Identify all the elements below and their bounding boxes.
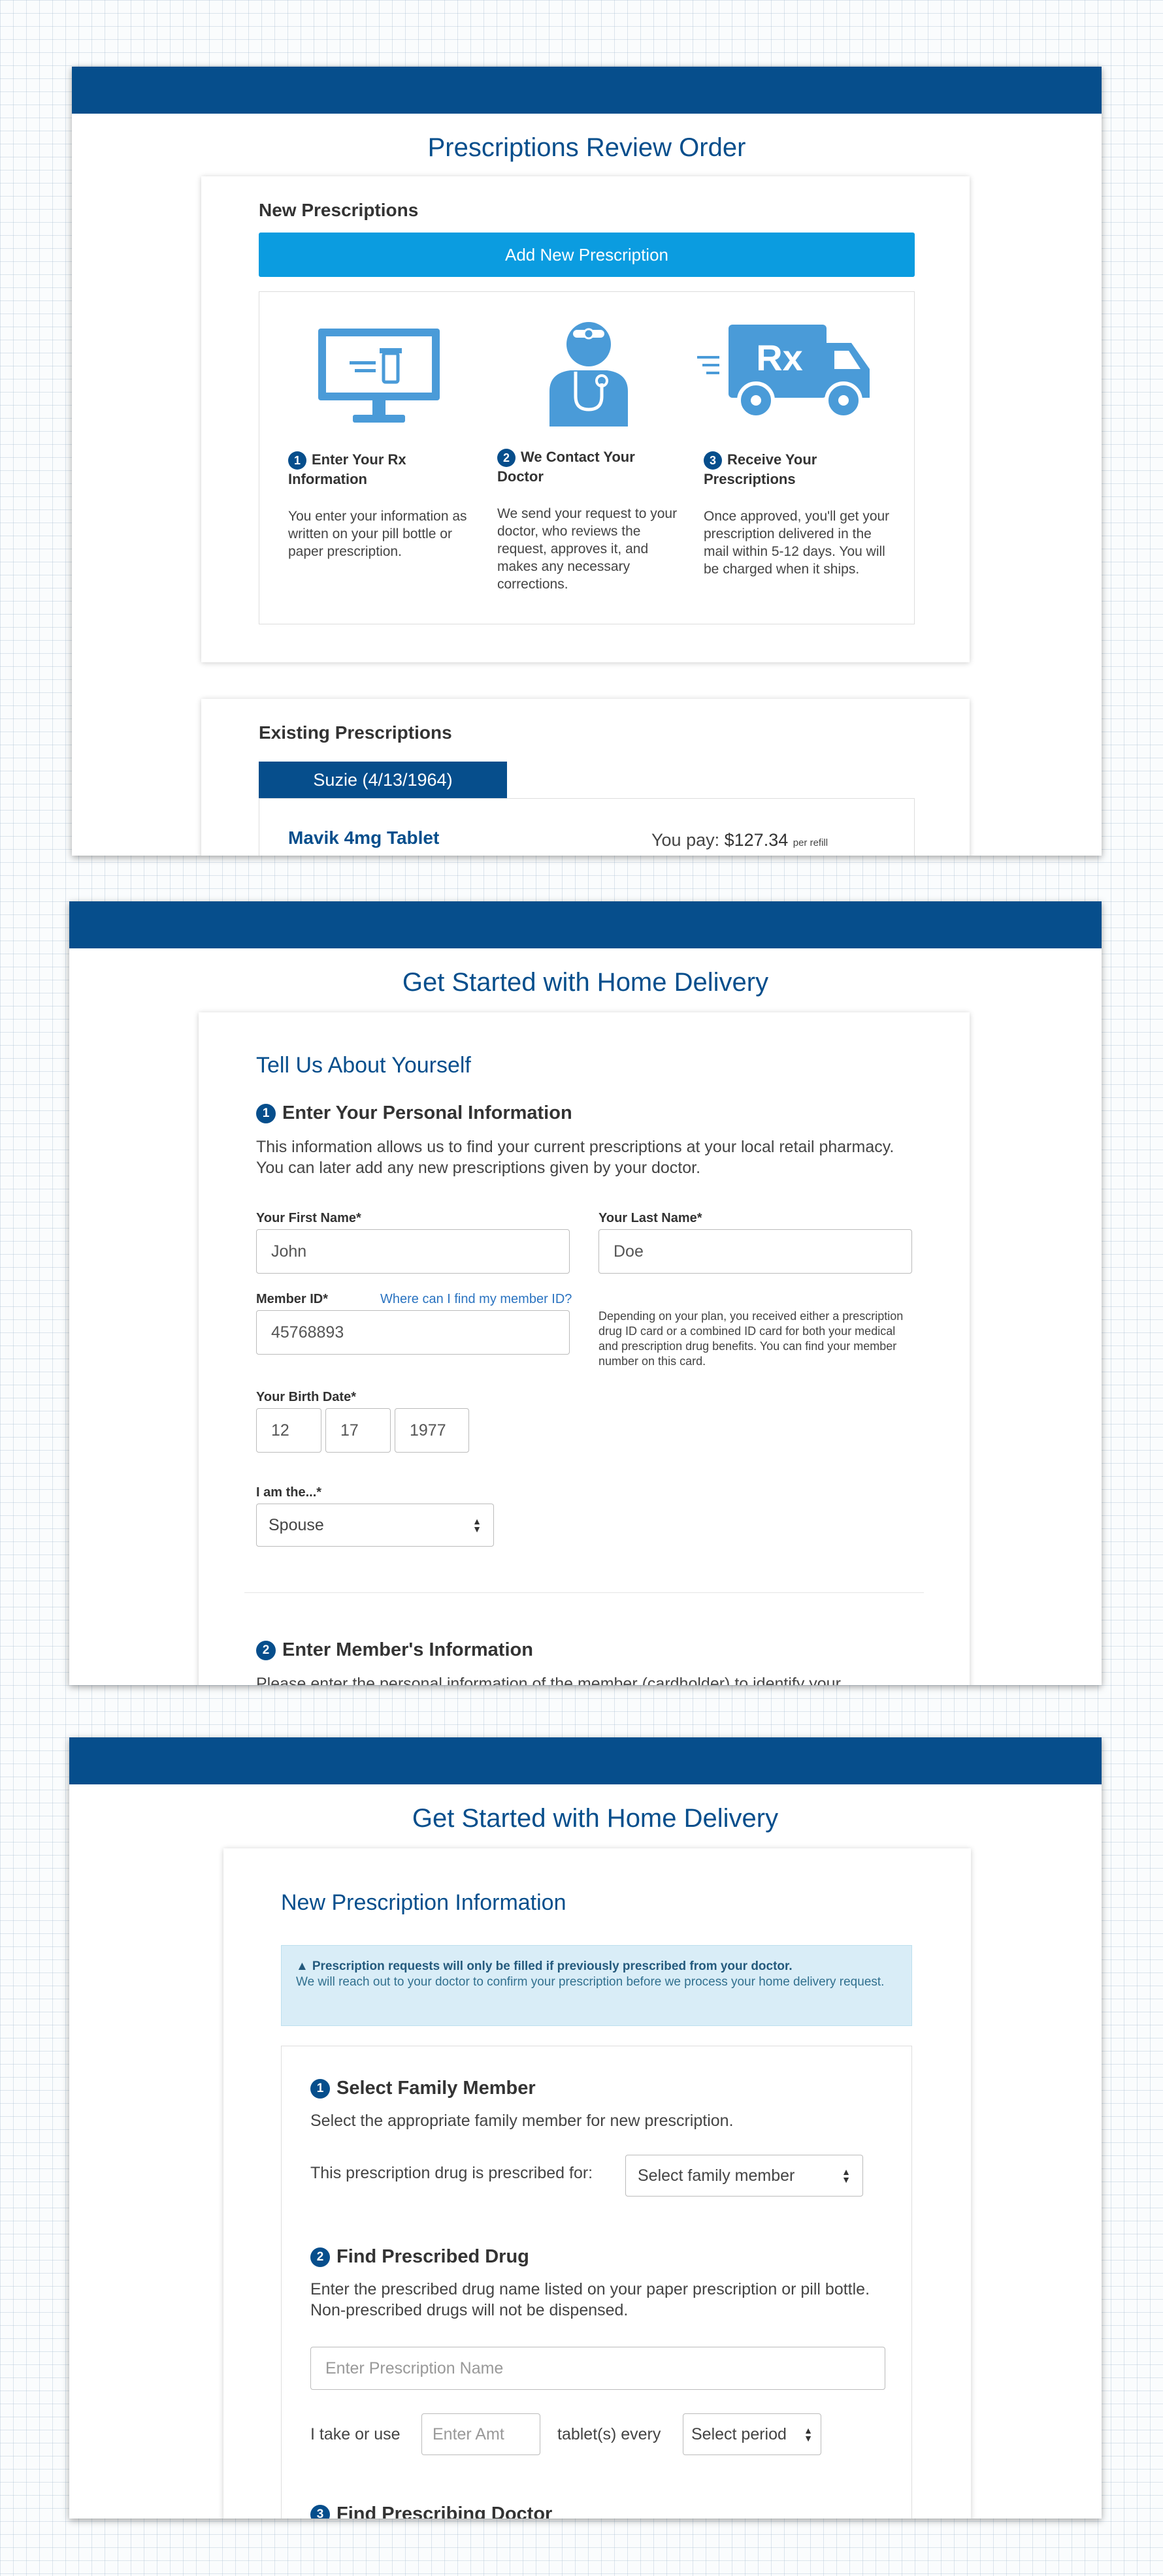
step-number-badge: 3: [310, 2504, 330, 2519]
section-heading: Existing Prescriptions: [259, 722, 452, 743]
existing-prescriptions-card: Existing Prescriptions Suzie (4/13/1964)…: [201, 699, 970, 856]
step-receive-prescriptions: Rx 3 Receive Your Prescriptions Once appr…: [696, 292, 914, 624]
section-heading: New Prescriptions: [259, 200, 419, 220]
header-bar: [69, 1737, 1102, 1784]
step-description: Select the appropriate family member for…: [310, 2112, 734, 2130]
step-heading: 3 Receive Your Prescriptions: [704, 450, 874, 489]
period-value: Select period: [691, 2424, 787, 2443]
tab-member-suzie[interactable]: Suzie (4/13/1964): [259, 762, 507, 798]
take-or-use-label: I take or use: [310, 2425, 401, 2443]
amount-input[interactable]: [421, 2413, 540, 2455]
relation-label: I am the...*: [256, 1485, 322, 1500]
delivery-truck-icon: Rx: [696, 323, 872, 428]
price-line: You pay: $127.34 per refill: [651, 830, 828, 850]
section-divider: [244, 1592, 924, 1593]
screen-new-prescription: Get Started with Home Delivery New Presc…: [69, 1737, 1102, 2519]
updown-arrows-icon: ▲ ▼: [472, 1516, 482, 1534]
prescribed-for-label: This prescription drug is prescribed for…: [310, 2164, 593, 2182]
page-title: Get Started with Home Delivery: [402, 968, 769, 997]
birth-month-field[interactable]: [256, 1408, 321, 1453]
step-heading: 2 Enter Member's Information: [256, 1639, 533, 1661]
relation-select[interactable]: Spouse ▲ ▼: [256, 1504, 494, 1547]
step-heading: 1 Enter Your Personal Information: [256, 1103, 572, 1124]
member-id-label: Member ID*: [256, 1292, 329, 1306]
prescription-list: Mavik 4mg Tablet You pay: $127.34 per re…: [259, 798, 915, 856]
step-enter-rx: 1 Enter Your Rx Information You enter you…: [259, 292, 478, 624]
step-heading: 1 Select Family Member: [310, 2078, 536, 2099]
step-description: Enter the prescribed drug name listed on…: [310, 2280, 870, 2319]
birth-day-field[interactable]: [325, 1408, 391, 1453]
tablets-every-label: tablet(s) every: [557, 2425, 661, 2443]
warning-triangle-icon: ▲: [296, 1959, 308, 1973]
prescription-form-panel: 1 Select Family Member Select the appropr…: [281, 2046, 912, 2519]
step-title: Select Family Member: [336, 2078, 536, 2099]
step-number-badge: 2: [256, 1640, 276, 1660]
alert-strong-text: Prescription requests will only be fille…: [312, 1959, 793, 1973]
you-pay-label: You pay:: [651, 830, 720, 850]
first-name-field[interactable]: [256, 1229, 570, 1274]
step-description: This information allows us to find your …: [256, 1138, 894, 1177]
alert-title: ▲ Prescription requests will only be fill…: [296, 1959, 897, 1974]
family-member-value: Select family member: [638, 2166, 795, 2185]
member-id-help-text: Depending on your plan, you received eit…: [598, 1310, 904, 1368]
step-number-badge: 2: [497, 449, 516, 468]
add-prescription-button[interactable]: Add New Prescription: [259, 233, 915, 277]
step-number-badge: 2: [310, 2247, 330, 2267]
step-description: We send your request to your doctor, who…: [497, 506, 678, 592]
first-name-label: Your First Name*: [256, 1211, 361, 1225]
page-title: Get Started with Home Delivery: [412, 1804, 779, 1833]
relation-value: Spouse: [269, 1515, 324, 1534]
how-it-works-panel: 1 Enter Your Rx Information You enter you…: [259, 291, 915, 624]
new-prescriptions-card: New Prescriptions Add New Prescription 1…: [201, 176, 970, 662]
period-select[interactable]: Select period ▲ ▼: [683, 2413, 821, 2455]
step-number-badge: 1: [256, 1103, 276, 1123]
step-heading: 2 Find Prescribed Drug: [310, 2246, 529, 2268]
step-heading: 1 Enter Your Rx Information: [288, 450, 445, 489]
doctor-icon: [544, 318, 633, 430]
page-title: Prescriptions Review Order: [427, 133, 746, 162]
family-member-select[interactable]: Select family member ▲ ▼: [625, 2155, 863, 2197]
about-you-card: Tell Us About Yourself 1 Enter Your Perso…: [199, 1012, 970, 1685]
step-heading: 2 We Contact Your Doctor: [497, 447, 667, 487]
member-id-field[interactable]: [256, 1310, 570, 1355]
step-title: Find Prescribed Drug: [336, 2246, 529, 2267]
prescription-info-card: New Prescription Information ▲ Prescripti…: [223, 1848, 971, 2519]
member-id-help-link[interactable]: Where can I find my member ID?: [380, 1292, 572, 1307]
last-name-field[interactable]: [598, 1229, 912, 1274]
step-number-badge: 3: [704, 451, 722, 470]
step-number-badge: 1: [310, 2078, 330, 2099]
alert-text: We will reach out to your doctor to conf…: [296, 1975, 885, 1989]
birth-date-label: Your Birth Date*: [256, 1390, 356, 1404]
step-description: Once approved, you'll get your prescript…: [704, 509, 890, 577]
info-alert: ▲ Prescription requests will only be fill…: [281, 1945, 912, 2026]
last-name-label: Your Last Name*: [598, 1211, 702, 1225]
step-title: Enter Your Personal Information: [282, 1103, 572, 1123]
step-title: Enter Member's Information: [282, 1639, 533, 1660]
drug-name[interactable]: Mavik 4mg Tablet: [288, 828, 439, 848]
step-title: We Contact Your Doctor: [497, 449, 635, 485]
card-title: Tell Us About Yourself: [256, 1053, 471, 1078]
per-refill-label: per refill: [793, 837, 828, 848]
step-number-badge: 1: [288, 451, 306, 470]
header-bar: [72, 67, 1102, 114]
header-bar: [69, 901, 1102, 948]
updown-arrows-icon: ▲ ▼: [804, 2425, 813, 2443]
card-title: New Prescription Information: [281, 1890, 566, 1915]
updown-arrows-icon: ▲ ▼: [842, 2166, 851, 2185]
step-heading: 3 Find Prescribing Doctor: [310, 2504, 552, 2519]
screen-personal-info: Get Started with Home Delivery Tell Us A…: [69, 901, 1102, 1685]
step-title: Find Prescribing Doctor: [336, 2504, 553, 2519]
step-contact-doctor: 2 We Contact Your Doctor We send your req…: [478, 292, 696, 624]
computer-monitor-icon: [317, 327, 441, 430]
prescription-name-input[interactable]: [310, 2347, 885, 2390]
price-value: $127.34: [724, 830, 789, 850]
step-description: Please enter the personal information of…: [256, 1675, 841, 1685]
step-description: You enter your information as written on…: [288, 509, 467, 559]
truck-rx-label: Rx: [756, 337, 803, 378]
birth-year-field[interactable]: [395, 1408, 469, 1453]
screen-review-order: Prescriptions Review Order New Prescript…: [72, 67, 1102, 856]
